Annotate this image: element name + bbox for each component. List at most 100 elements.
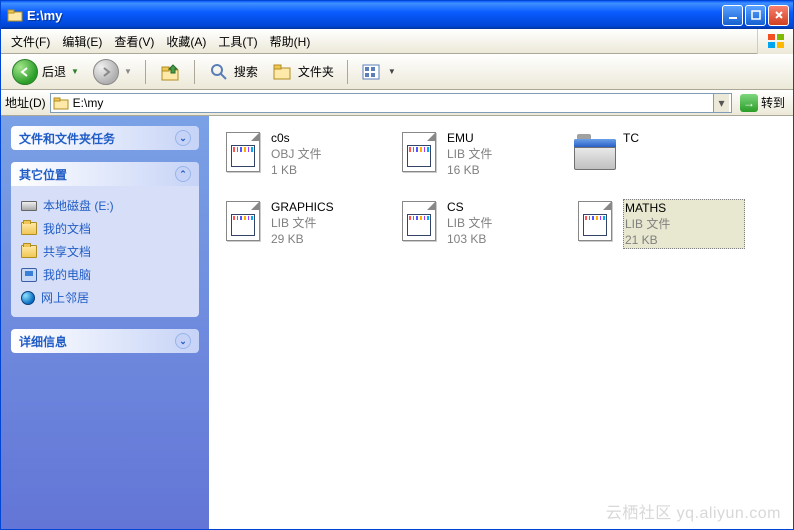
file-icon (402, 132, 436, 172)
separator (194, 60, 195, 84)
panel-title: 详细信息 (19, 333, 67, 350)
place-link-2[interactable]: 共享文档 (21, 240, 189, 263)
separator (347, 60, 348, 84)
folder-icon (21, 222, 37, 235)
place-label: 网上邻居 (41, 289, 89, 306)
menu-view[interactable]: 查看(V) (108, 30, 160, 53)
address-input[interactable] (73, 96, 713, 110)
forward-button[interactable]: ▼ (88, 55, 137, 89)
file-tile[interactable]: GRAPHICSLIB 文件29 KB (219, 197, 395, 252)
file-tasks-panel: 文件和文件夹任务 ⌄ (11, 126, 199, 150)
details-panel: 详细信息 ⌄ (11, 329, 199, 353)
menu-favorites[interactable]: 收藏(A) (160, 30, 212, 53)
chevron-down-icon: ▼ (71, 67, 79, 76)
file-name: MATHS (625, 200, 743, 216)
computer-icon (21, 268, 37, 282)
file-tile[interactable]: CSLIB 文件103 KB (395, 197, 571, 252)
file-tile[interactable]: MATHSLIB 文件21 KB (571, 197, 747, 252)
tasks-sidebar: 文件和文件夹任务 ⌄ 其它位置 ⌃ 本地磁盘 (E:) 我的文档共享文档我的电脑网… (1, 116, 209, 529)
file-name: GRAPHICS (271, 199, 393, 215)
file-meta: GRAPHICSLIB 文件29 KB (271, 199, 393, 250)
menu-file[interactable]: 文件(F) (5, 30, 56, 53)
back-label: 后退 (42, 63, 66, 80)
folders-label: 文件夹 (298, 63, 334, 80)
folder-icon (574, 134, 616, 170)
minimize-button[interactable] (722, 5, 743, 26)
separator (145, 60, 146, 84)
file-tile[interactable]: TC (571, 128, 747, 181)
other-places-body: 本地磁盘 (E:) 我的文档共享文档我的电脑网上邻居 (11, 186, 199, 317)
file-meta: MATHSLIB 文件21 KB (623, 199, 745, 250)
search-label: 搜索 (234, 63, 258, 80)
file-type: OBJ 文件 (271, 146, 393, 162)
go-button[interactable]: → 转到 (736, 94, 789, 112)
title-bar[interactable]: E:\my (1, 1, 793, 29)
folder-icon (53, 95, 69, 111)
views-button[interactable]: ▼ (356, 58, 401, 86)
file-pane[interactable]: c0sOBJ 文件1 KBEMULIB 文件16 KBTCGRAPHICSLIB… (209, 116, 793, 529)
folder-icon (21, 245, 37, 258)
file-icon (402, 201, 436, 241)
details-header[interactable]: 详细信息 ⌄ (11, 329, 199, 353)
chevron-down-icon: ▼ (124, 67, 132, 76)
file-tile[interactable]: c0sOBJ 文件1 KB (219, 128, 395, 181)
file-meta: c0sOBJ 文件1 KB (271, 130, 393, 179)
file-meta: TC (623, 130, 745, 179)
window-title: E:\my (27, 8, 722, 23)
file-size: 1 KB (271, 162, 393, 178)
toolbar: 后退 ▼ ▼ 搜索 文件夹 ▼ (1, 54, 793, 90)
place-label: 我的电脑 (43, 266, 91, 283)
chevron-down-icon: ▼ (388, 67, 396, 76)
address-field[interactable]: ▾ (50, 93, 732, 113)
file-name: c0s (271, 130, 393, 146)
maximize-button[interactable] (745, 5, 766, 26)
folder-up-icon (159, 61, 181, 83)
place-label: 本地磁盘 (E:) (43, 197, 114, 214)
file-type: LIB 文件 (271, 215, 393, 231)
file-tile[interactable]: EMULIB 文件16 KB (395, 128, 571, 181)
views-icon (361, 62, 383, 82)
go-label: 转到 (761, 94, 785, 111)
body: 文件和文件夹任务 ⌄ 其它位置 ⌃ 本地磁盘 (E:) 我的文档共享文档我的电脑网… (1, 116, 793, 529)
menu-tools[interactable]: 工具(T) (212, 30, 263, 53)
file-meta: CSLIB 文件103 KB (447, 199, 569, 250)
folders-icon (272, 61, 294, 83)
other-places-panel: 其它位置 ⌃ 本地磁盘 (E:) 我的文档共享文档我的电脑网上邻居 (11, 162, 199, 317)
menu-help[interactable]: 帮助(H) (264, 30, 317, 53)
tiles-container: c0sOBJ 文件1 KBEMULIB 文件16 KBTCGRAPHICSLIB… (219, 128, 783, 267)
file-icon (226, 132, 260, 172)
file-size: 103 KB (447, 231, 569, 247)
file-size: 21 KB (625, 232, 743, 248)
panel-title: 文件和文件夹任务 (19, 130, 115, 147)
place-link-0[interactable]: 本地磁盘 (E:) (21, 194, 189, 217)
other-places-header[interactable]: 其它位置 ⌃ (11, 162, 199, 186)
menu-edit[interactable]: 编辑(E) (56, 30, 108, 53)
address-dropdown[interactable]: ▾ (713, 94, 729, 112)
file-icon (226, 201, 260, 241)
place-link-3[interactable]: 我的电脑 (21, 263, 189, 286)
search-button[interactable]: 搜索 (203, 57, 263, 87)
expand-icon: ⌄ (175, 333, 191, 349)
folders-button[interactable]: 文件夹 (267, 57, 339, 87)
place-link-4[interactable]: 网上邻居 (21, 286, 189, 309)
file-tasks-header[interactable]: 文件和文件夹任务 ⌄ (11, 126, 199, 150)
place-link-1[interactable]: 我的文档 (21, 217, 189, 240)
globe-icon (21, 291, 35, 305)
address-label: 地址(D) (5, 94, 46, 111)
file-size: 29 KB (271, 231, 393, 247)
file-name: CS (447, 199, 569, 215)
file-type: LIB 文件 (447, 215, 569, 231)
back-button[interactable]: 后退 ▼ (7, 55, 84, 89)
go-arrow-icon: → (740, 94, 758, 112)
menu-bar: 文件(F) 编辑(E) 查看(V) 收藏(A) 工具(T) 帮助(H) (1, 29, 793, 54)
panel-title: 其它位置 (19, 166, 67, 183)
expand-icon: ⌄ (175, 130, 191, 146)
disk-icon (21, 201, 37, 211)
explorer-window: E:\my 文件(F) 编辑(E) 查看(V) 收藏(A) 工具(T) 帮助(H… (0, 0, 794, 530)
file-name: EMU (447, 130, 569, 146)
address-bar: 地址(D) ▾ → 转到 (1, 90, 793, 116)
file-size: 16 KB (447, 162, 569, 178)
close-button[interactable] (768, 5, 789, 26)
folder-icon (7, 7, 23, 23)
up-button[interactable] (154, 57, 186, 87)
